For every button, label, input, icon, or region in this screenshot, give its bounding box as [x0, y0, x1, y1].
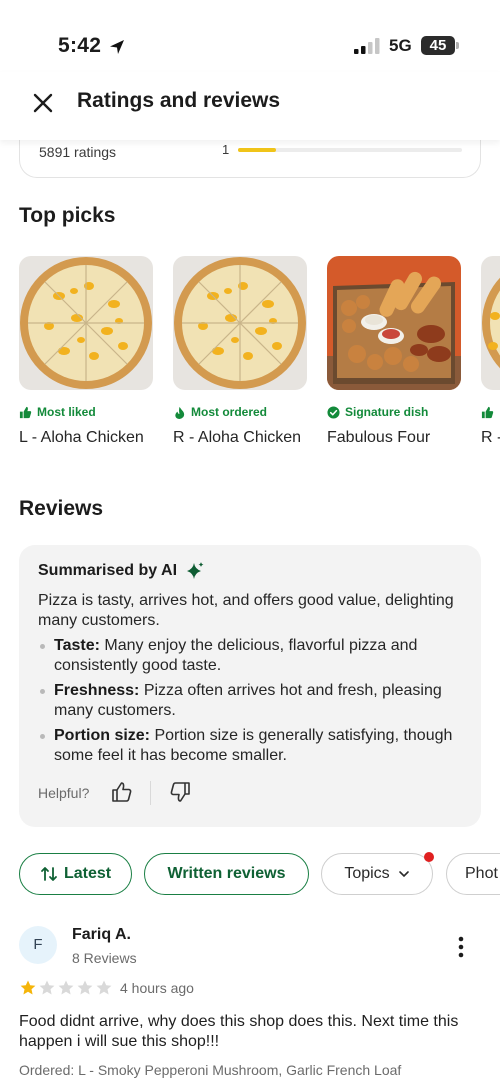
- star-empty-icon: [39, 980, 55, 995]
- pick-badge: [481, 404, 500, 420]
- point-label: Portion size:: [54, 727, 151, 744]
- filter-chip-label: Written reviews: [167, 865, 286, 882]
- ai-summary-title: Summarised by AI: [38, 562, 178, 579]
- point-label: Freshness:: [54, 682, 140, 699]
- point-label: Taste:: [54, 637, 100, 654]
- ai-summary-heading: Summarised by AI: [38, 561, 205, 581]
- network-type: 5G: [389, 36, 412, 55]
- filter-chip-written-reviews[interactable]: Written reviews: [144, 853, 309, 895]
- top-picks-carousel[interactable]: Most liked L - Aloha Chicken Most ordere…: [19, 256, 500, 476]
- pick-name: R - Ch: [481, 429, 500, 446]
- pick-badge: Signature dish: [327, 404, 461, 420]
- helpful-label: Helpful?: [38, 785, 90, 801]
- top-picks-title: Top picks: [19, 204, 116, 227]
- avatar: F: [19, 926, 57, 964]
- location-arrow-icon: [110, 40, 124, 54]
- thumbs-up-icon: [19, 406, 32, 418]
- ai-summary-point: Taste: Many enjoy the delicious, flavorf…: [38, 636, 468, 676]
- feedback-divider: [150, 781, 151, 805]
- filter-chip-label: Topics: [344, 865, 390, 882]
- star-empty-icon: [96, 980, 112, 995]
- flame-icon: [175, 406, 185, 419]
- pizza-image: [19, 256, 153, 390]
- ordered-items: Ordered: L - Smoky Pepperoni Mushroom, G…: [19, 1062, 402, 1078]
- check-badge-icon: [327, 405, 340, 419]
- reviews-title: Reviews: [19, 497, 104, 520]
- rating-bar-track: [238, 148, 462, 152]
- chicken-platter-image: [327, 256, 461, 390]
- top-pick-item[interactable]: Most ordered R - Aloha Chicken: [173, 256, 307, 448]
- top-pick-item[interactable]: R - Ch: [481, 256, 500, 448]
- point-text: Many enjoy the delicious, flavorful pizz…: [54, 637, 418, 674]
- more-options-icon[interactable]: [452, 934, 470, 960]
- rating-bar-fill: [238, 148, 277, 152]
- top-pick-item[interactable]: Signature dish Fabulous Four: [327, 256, 461, 448]
- status-bar: 5:42 5G 45: [0, 0, 500, 72]
- thumbs-up-icon[interactable]: [111, 781, 133, 803]
- pick-badge-label: Signature dish: [345, 405, 429, 419]
- pick-badge-label: Most liked: [37, 405, 96, 419]
- ai-summary-point: Freshness: Pizza often arrives hot and f…: [38, 681, 468, 721]
- notification-dot: [424, 852, 434, 862]
- star-rating: [19, 979, 113, 997]
- star-empty-icon: [58, 980, 74, 995]
- review-text: Food didnt arrive, why does this shop do…: [19, 1013, 459, 1050]
- chevron-down-icon: [398, 871, 409, 878]
- top-pick-item[interactable]: Most liked L - Aloha Chicken: [19, 256, 153, 448]
- battery-indicator: 45: [421, 36, 455, 55]
- reviewer-name: Fariq A.: [72, 926, 131, 943]
- thumbs-up-icon: [481, 406, 494, 418]
- filter-chip-label: Phot: [465, 865, 498, 882]
- cellular-signal-icon: [354, 38, 380, 54]
- star-empty-icon: [77, 980, 93, 995]
- ai-summary-card: Summarised by AI Pizza is tasty, arrives…: [19, 545, 481, 827]
- reviewer-review-count: 8 Reviews: [72, 950, 137, 966]
- pick-name: L - Aloha Chicken: [19, 429, 144, 446]
- battery-nub: [456, 42, 459, 49]
- pick-badge-label: Most ordered: [191, 405, 268, 419]
- rating-bar-label: 1: [222, 142, 230, 157]
- status-time: 5:42: [58, 34, 102, 57]
- pick-name: Fabulous Four: [327, 429, 431, 446]
- pick-name: R - Aloha Chicken: [173, 429, 302, 446]
- ai-summary-intro: Pizza is tasty, arrives hot, and offers …: [38, 592, 454, 629]
- close-icon[interactable]: [30, 90, 56, 116]
- pizza-image: [481, 256, 500, 390]
- page-title: Ratings and reviews: [77, 89, 281, 112]
- pick-badge: Most liked: [19, 404, 153, 420]
- ai-summary-point: Portion size: Portion size is generally …: [38, 726, 468, 766]
- thumbs-down-icon[interactable]: [169, 781, 191, 803]
- sort-arrows-icon: [41, 867, 57, 881]
- sparkle-icon: [187, 562, 204, 579]
- ai-summary-points: Taste: Many enjoy the delicious, flavorf…: [38, 636, 468, 771]
- header: Ratings and reviews: [0, 72, 500, 140]
- filter-chip-label: Latest: [63, 865, 112, 882]
- ratings-count: 5891 ratings: [39, 144, 117, 160]
- star-filled-icon: [20, 980, 36, 995]
- pick-badge: Most ordered: [173, 404, 307, 420]
- filter-chip-photos[interactable]: Phot: [446, 853, 500, 895]
- filter-chip-latest[interactable]: Latest: [19, 853, 132, 895]
- pizza-image: [173, 256, 307, 390]
- filter-chip-topics[interactable]: Topics: [321, 853, 433, 895]
- review-time: 4 hours ago: [120, 980, 194, 996]
